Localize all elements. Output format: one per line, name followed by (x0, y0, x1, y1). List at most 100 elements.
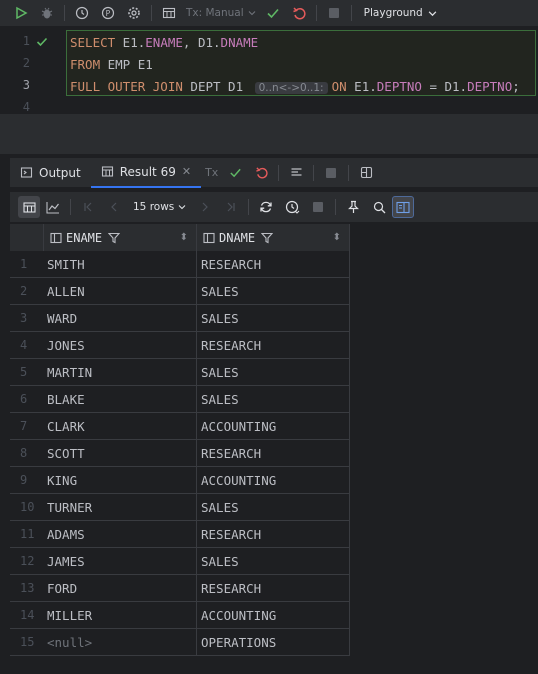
session-label: Playground (363, 7, 423, 19)
table-icon (101, 166, 113, 177)
chart-view-icon[interactable] (40, 194, 66, 220)
table-row[interactable]: 5 MARTIN SALES (10, 359, 350, 386)
table-row[interactable]: 10 TURNER SALES (10, 494, 350, 521)
cell-ename[interactable]: FORD (44, 575, 197, 602)
cell-ename[interactable]: SMITH (44, 251, 197, 278)
cell-ename[interactable]: JAMES (44, 548, 197, 575)
refresh-icon[interactable] (253, 194, 279, 220)
cell-dname[interactable]: SALES (197, 494, 350, 521)
cell-ename[interactable]: TURNER (44, 494, 197, 521)
table-row[interactable]: 3 WARD SALES (10, 305, 350, 332)
cell-ename[interactable]: MILLER (44, 602, 197, 629)
pin-icon[interactable] (340, 194, 366, 220)
table-view-icon[interactable] (156, 0, 182, 26)
cell-ename[interactable]: ADAMS (44, 521, 197, 548)
parameters-icon[interactable]: P (95, 0, 121, 26)
toolbar-separator (313, 164, 315, 181)
history-icon[interactable] (69, 0, 95, 26)
cell-dname[interactable]: ACCOUNTING (197, 467, 350, 494)
last-page-icon[interactable] (218, 194, 244, 220)
column-name: DNAME (219, 230, 256, 245)
cell-dname[interactable]: OPERATIONS (197, 629, 350, 656)
table-row[interactable]: 12 JAMES SALES (10, 548, 350, 575)
search-icon[interactable] (366, 194, 392, 220)
cell-dname[interactable]: ACCOUNTING (197, 602, 350, 629)
cell-ename[interactable]: JONES (44, 332, 197, 359)
filter-icon[interactable] (261, 232, 274, 244)
table-row[interactable]: 11 ADAMS RESEARCH (10, 521, 350, 548)
commit-icon[interactable] (260, 0, 286, 26)
cell-dname[interactable]: SALES (197, 359, 350, 386)
stop-icon[interactable] (305, 194, 331, 220)
stop-icon[interactable] (321, 0, 347, 26)
align-icon[interactable] (283, 160, 309, 186)
table-row[interactable]: 1 SMITH RESEARCH (10, 251, 350, 278)
cell-dname[interactable]: SALES (197, 278, 350, 305)
cell-ename[interactable]: SCOTT (44, 440, 197, 467)
cell-dname[interactable]: RESEARCH (197, 251, 350, 278)
cell-dname[interactable]: SALES (197, 305, 350, 332)
cell-dname[interactable]: RESEARCH (197, 575, 350, 602)
settings-icon[interactable] (121, 0, 147, 26)
filter-icon[interactable] (108, 232, 121, 244)
cell-dname[interactable]: RESEARCH (197, 440, 350, 467)
row-number: 13 (10, 575, 44, 602)
stop-icon[interactable] (318, 160, 344, 186)
code-text: , D1. (182, 35, 221, 50)
cell-ename[interactable]: <null> (44, 629, 197, 656)
cell-ename[interactable]: WARD (44, 305, 197, 332)
commit-icon[interactable] (222, 160, 248, 186)
page-size-dropdown[interactable]: 15 rows (127, 201, 192, 213)
tx-mode-label: Tx: Manual (186, 7, 244, 19)
table-row[interactable]: 8 SCOTT RESEARCH (10, 440, 350, 467)
column-header-ename[interactable]: ENAME ⬍ (44, 224, 197, 251)
sort-icon[interactable]: ⬍ (180, 232, 188, 243)
table-row[interactable]: 15 <null> OPERATIONS (10, 629, 350, 656)
close-icon[interactable]: ✕ (182, 165, 191, 178)
auto-refresh-icon[interactable] (279, 194, 305, 220)
cell-dname[interactable]: RESEARCH (197, 332, 350, 359)
sort-icon[interactable]: ⬍ (333, 232, 341, 243)
tx-mode-dropdown[interactable]: Tx: Manual (186, 7, 256, 19)
rollback-icon[interactable] (286, 0, 312, 26)
table-row[interactable]: 4 JONES RESEARCH (10, 332, 350, 359)
table-row[interactable]: 9 KING ACCOUNTING (10, 467, 350, 494)
cell-ename[interactable]: CLARK (44, 413, 197, 440)
debug-icon[interactable] (34, 0, 60, 26)
cell-ename[interactable]: KING (44, 467, 197, 494)
output-icon (20, 167, 33, 178)
tab-output[interactable]: Output (10, 158, 91, 188)
query-block[interactable]: SELECT E1.ENAME, D1.DNAME FROM EMP E1 FU… (66, 30, 536, 96)
first-page-icon[interactable] (75, 194, 101, 220)
table-row[interactable]: 13 FORD RESEARCH (10, 575, 350, 602)
run-icon[interactable] (8, 0, 34, 26)
toolbar-separator (64, 5, 65, 21)
toolbar-separator (278, 164, 280, 181)
next-page-icon[interactable] (192, 194, 218, 220)
cell-ename[interactable]: BLAKE (44, 386, 197, 413)
column-header-dname[interactable]: DNAME ⬍ (197, 224, 350, 251)
code-line: FROM EMP E1 (70, 57, 153, 72)
toolbar-separator (335, 199, 337, 215)
cell-dname[interactable]: RESEARCH (197, 521, 350, 548)
cell-ename[interactable]: MARTIN (44, 359, 197, 386)
value-panel-icon[interactable] (392, 196, 415, 218)
code-text: EMP E1 (100, 57, 153, 72)
table-row[interactable]: 6 BLAKE SALES (10, 386, 350, 413)
column-ref: ENAME (145, 35, 183, 50)
table-row[interactable]: 7 CLARK ACCOUNTING (10, 413, 350, 440)
grid-view-icon[interactable] (18, 196, 40, 218)
session-dropdown[interactable]: Playground (364, 7, 437, 19)
tab-result[interactable]: Result 69 ✕ (90, 158, 202, 188)
cell-dname[interactable]: ACCOUNTING (197, 413, 350, 440)
row-number: 9 (10, 467, 44, 494)
cell-dname[interactable]: SALES (197, 548, 350, 575)
table-row[interactable]: 2 ALLEN SALES (10, 278, 350, 305)
sql-editor[interactable]: 1 2 3 4 SELECT E1.ENAME, D1.DNAME FROM E… (0, 28, 538, 114)
cell-ename[interactable]: ALLEN (44, 278, 197, 305)
layout-icon[interactable] (353, 160, 379, 186)
rollback-icon[interactable] (248, 160, 274, 186)
cell-dname[interactable]: SALES (197, 386, 350, 413)
table-row[interactable]: 14 MILLER ACCOUNTING (10, 602, 350, 629)
prev-page-icon[interactable] (101, 194, 127, 220)
